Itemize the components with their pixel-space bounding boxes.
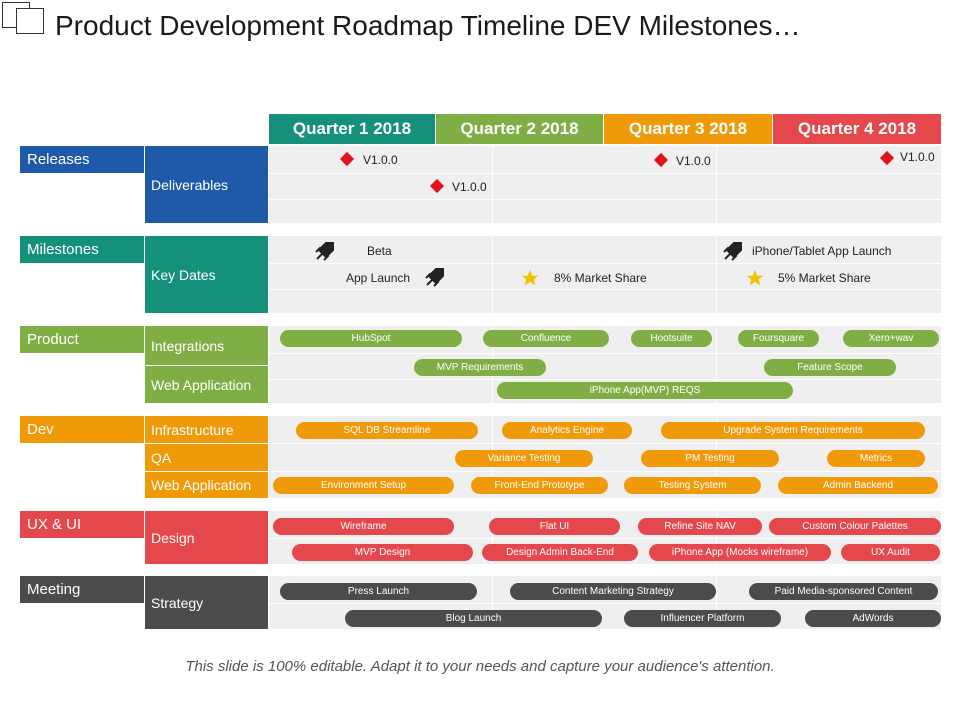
quarter-header-1: Quarter 1 2018 (269, 114, 435, 144)
star-icon (746, 269, 764, 286)
quarter-header-4: Quarter 4 2018 (773, 114, 941, 144)
release-version: V1.0.0 (452, 180, 487, 194)
release-version: V1.0.0 (363, 153, 398, 167)
task-pill: Paid Media-sponsored Content (749, 583, 938, 600)
sub-infrastructure: Infrastructure (145, 416, 268, 443)
category-milestones: Milestones (20, 236, 144, 263)
quarter-header-2: Quarter 2 2018 (436, 114, 603, 144)
milestone-market-share-8: 8% Market Share (554, 271, 647, 285)
grid-line (269, 603, 941, 604)
category-meeting: Meeting (20, 576, 144, 603)
task-pill: PM Testing (641, 450, 779, 467)
grid-line (269, 289, 941, 290)
rocket-icon (315, 242, 334, 261)
task-pill: Upgrade System Requirements (661, 422, 925, 439)
task-pill: UX Audit (841, 544, 940, 561)
task-pill: Variance Testing (455, 450, 593, 467)
category-product: Product (20, 326, 144, 353)
sub-strategy: Strategy (145, 576, 268, 629)
task-pill: Front-End Prototype (471, 477, 608, 494)
task-pill: Admin Backend (778, 477, 938, 494)
task-pill: Custom Colour Palettes (769, 518, 941, 535)
release-version: V1.0.0 (676, 154, 711, 168)
task-pill: Refine Site NAV (638, 518, 762, 535)
task-pill: Wireframe (273, 518, 454, 535)
star-icon (521, 269, 539, 286)
task-pill: HubSpot (280, 330, 462, 347)
task-pill: MVP Design (292, 544, 473, 561)
grid-line (269, 379, 941, 380)
milestone-market-share-5: 5% Market Share (778, 271, 871, 285)
task-pill: Analytics Engine (502, 422, 632, 439)
logo-square-front (16, 8, 44, 34)
milestone-iphone-launch: iPhone/Tablet App Launch (752, 244, 892, 258)
task-pill: Content Marketing Strategy (510, 583, 716, 600)
sub-key-dates: Key Dates (145, 236, 268, 313)
sub-integrations: Integrations (145, 326, 268, 365)
grid-line (269, 263, 941, 264)
grid-line (269, 443, 941, 444)
task-pill: SQL DB Streamline (296, 422, 478, 439)
footer-note: This slide is 100% editable. Adapt it to… (185, 658, 775, 675)
grid-line (269, 353, 941, 354)
category-dev: Dev (20, 416, 144, 443)
category-releases: Releases (20, 146, 144, 173)
task-pill: Environment Setup (273, 477, 454, 494)
task-pill: Confluence (483, 330, 609, 347)
grid-line (269, 471, 941, 472)
task-pill: Foursquare (738, 330, 819, 347)
task-pill: Press Launch (280, 583, 477, 600)
sub-deliverables: Deliverables (145, 146, 268, 223)
task-pill: Influencer Platform (624, 610, 781, 627)
task-pill: iPhone App (Mocks wireframe) (649, 544, 831, 561)
rocket-icon (425, 268, 444, 287)
task-pill: AdWords (805, 610, 941, 627)
task-pill: Hootsuite (631, 330, 712, 347)
task-pill: MVP Requirements (414, 359, 546, 376)
task-pill: Flat UI (489, 518, 620, 535)
grid-line (269, 173, 941, 174)
task-pill: Testing System (624, 477, 761, 494)
task-pill: iPhone App(MVP) REQS (497, 382, 793, 399)
task-pill: Xero+wav (843, 330, 939, 347)
task-pill: Metrics (827, 450, 925, 467)
sub-web-application-product: Web Application (145, 366, 268, 403)
sub-web-application-dev: Web Application (145, 472, 268, 498)
grid-line (269, 199, 941, 200)
page-title: Product Development Roadmap Timeline DEV… (55, 10, 801, 41)
sub-qa: QA (145, 444, 268, 471)
quarter-header-3: Quarter 3 2018 (604, 114, 772, 144)
release-version: V1.0.0 (900, 150, 935, 164)
category-uxui: UX & UI (20, 511, 144, 538)
milestone-app-launch: App Launch (346, 271, 411, 285)
task-pill: Blog Launch (345, 610, 602, 627)
rocket-icon (723, 242, 742, 261)
grid-line (269, 538, 941, 539)
sub-design: Design (145, 511, 268, 564)
task-pill: Design Admin Back-End (482, 544, 638, 561)
task-pill: Feature Scope (764, 359, 896, 376)
milestone-beta: Beta (367, 244, 392, 258)
